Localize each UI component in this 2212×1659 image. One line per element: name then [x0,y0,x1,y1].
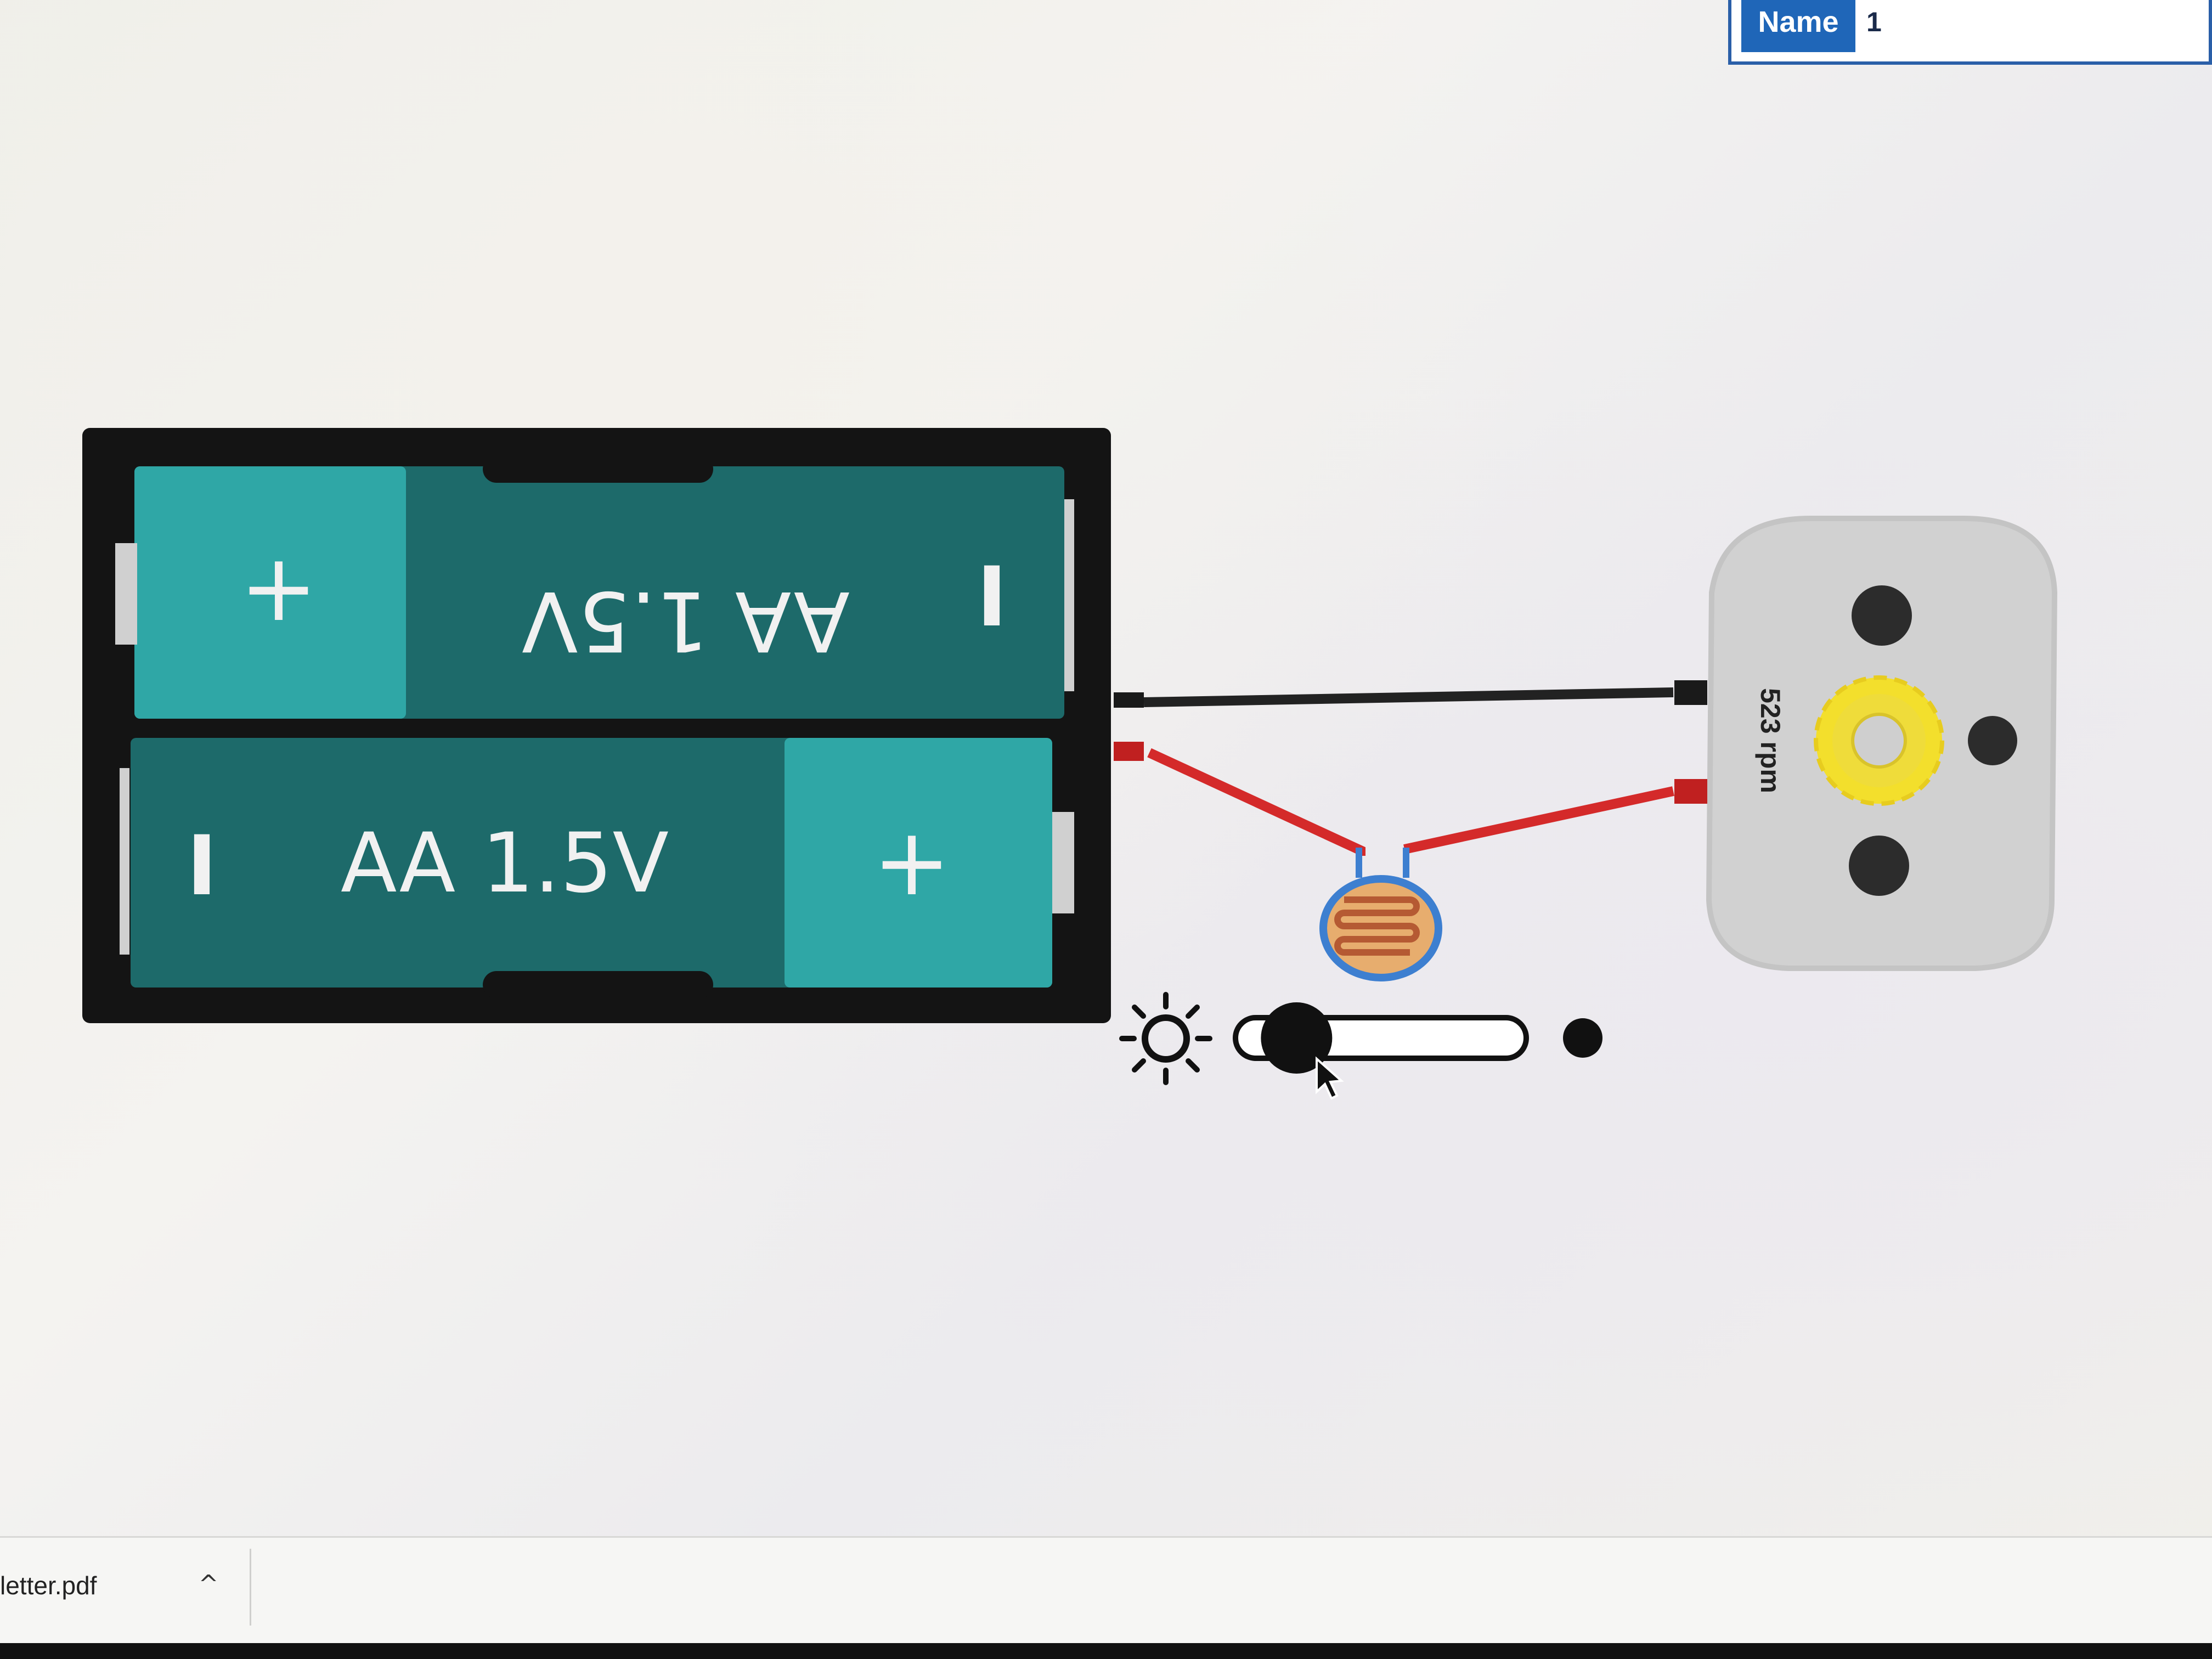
cell-top-contact [115,543,137,645]
cell-bottom-plus-symbol: + [873,808,951,917]
battery-cell-top[interactable]: + AA 1.5V I [115,466,1074,719]
motor-terminal-positive[interactable] [1674,779,1707,804]
name-field[interactable]: 1 [1866,0,2196,52]
circuit-canvas[interactable]: + AA 1.5V I I AA 1.5V + 523 rpm [0,0,2212,1659]
holder-notch-top [483,455,713,483]
cell-top-minus-symbol: I [977,550,1007,645]
screen-bezel [0,1643,2212,1659]
dc-motor[interactable]: 523 rpm [1674,516,2058,971]
download-file-name[interactable]: letter.pdf [0,1571,97,1600]
wire-red-battery-to-ldr[interactable] [1147,748,1365,856]
motor-mount-hole-top [1852,585,1912,646]
name-label: Name [1741,0,1855,52]
holder-terminal-negative[interactable] [1114,692,1144,708]
gear-icon [1814,675,1944,806]
dot-icon [1563,1018,1602,1058]
chevron-up-icon[interactable]: ^ [192,1568,225,1601]
battery-cell-bottom[interactable]: I AA 1.5V + [120,738,1074,988]
downloads-bar: letter.pdf ^ [0,1536,2212,1647]
properties-panel: Name 1 [1728,0,2212,65]
battery-holder[interactable]: + AA 1.5V I I AA 1.5V + [82,428,1111,1023]
motor-speed-readout: 523 rpm [1755,688,1786,793]
cell-bottom-label: AA 1.5V [341,816,669,911]
wire-black[interactable] [1143,687,1674,707]
light-slider[interactable] [1119,992,1602,1100]
cell-top-label: AA 1.5V [522,573,850,668]
holder-terminal-positive[interactable] [1114,742,1144,761]
cell-bottom-spring [120,768,129,955]
motor-terminal-negative[interactable] [1674,680,1707,705]
cell-top-plus-symbol: + [240,534,318,642]
holder-notch-bottom [483,971,713,998]
cell-bottom-contact [1052,812,1074,913]
divider [250,1549,251,1626]
cell-bottom-minus-symbol: I [187,819,217,914]
wire-red-ldr-to-motor[interactable] [1403,786,1674,854]
cell-top-spring [1064,499,1074,691]
motor-mount-hole-right [1968,716,2017,765]
sun-icon [1119,992,1212,1085]
photoresistor[interactable] [1319,848,1442,981]
motor-mount-hole-bottom [1849,836,1909,896]
mouse-cursor-icon [1316,1056,1344,1100]
